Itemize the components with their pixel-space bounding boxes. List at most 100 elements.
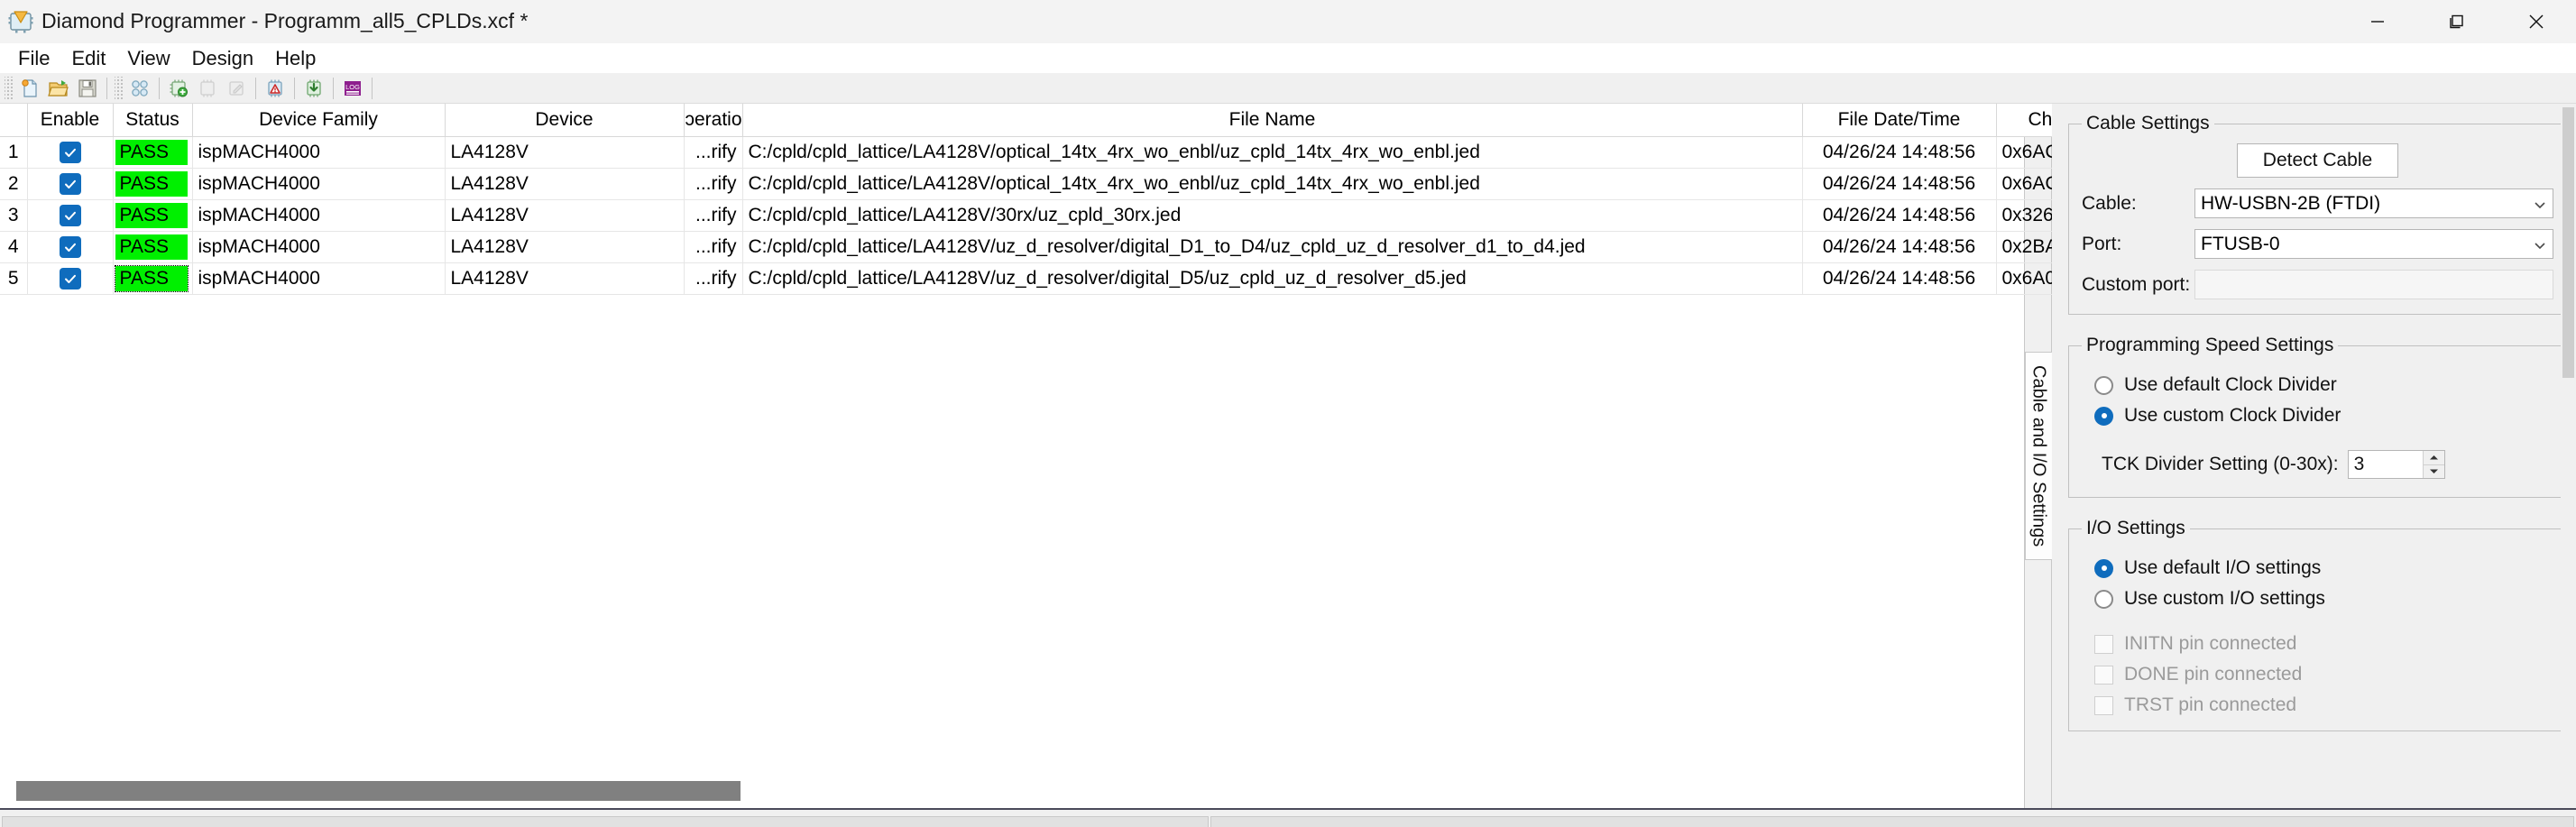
toolbar-grip-1[interactable] xyxy=(5,76,13,100)
file-name-cell[interactable]: C:/cpld/cpld_lattice/LA4128V/optical_14t… xyxy=(742,136,1803,169)
default-clock-divider-radio[interactable] xyxy=(2094,375,2113,395)
file-datetime-cell: 04/26/24 14:48:56 xyxy=(1802,136,1997,169)
hscroll-track[interactable] xyxy=(16,781,2008,801)
row-number: 3 xyxy=(0,199,28,232)
default-clock-divider-label: Use default Clock Divider xyxy=(2124,374,2337,395)
maximize-button[interactable] xyxy=(2417,0,2497,43)
table-row[interactable]: 3 PASS ispMACH4000 LA4128V ...rify C:/cp… xyxy=(0,199,2105,232)
detect-cable-button[interactable]: Detect Cable xyxy=(2236,143,2399,178)
tab-cable-and-io-settings[interactable]: Cable and I/O Settings xyxy=(2024,351,2052,561)
window-title: Diamond Programmer - Programm_all5_CPLDs… xyxy=(41,9,529,32)
col-operation[interactable]: ɔeratio xyxy=(684,104,743,137)
enable-checkbox[interactable] xyxy=(59,267,81,289)
enable-cell[interactable] xyxy=(27,262,114,295)
col-enable[interactable]: Enable xyxy=(27,104,114,137)
status-cell: PASS xyxy=(113,231,193,263)
minimize-button[interactable] xyxy=(2338,0,2417,43)
device-table-head: Enable Status Device Family Device ɔerat… xyxy=(0,104,2105,137)
device-table-panel: Enable Status Device Family Device ɔerat… xyxy=(0,104,2105,808)
status-cell: PASS xyxy=(113,262,193,295)
operation-cell[interactable]: ...rify xyxy=(684,136,743,169)
add-device-icon[interactable] xyxy=(165,76,192,101)
port-select[interactable]: FTUSB-0 xyxy=(2194,229,2553,259)
program-device-icon[interactable] xyxy=(300,76,327,101)
menu-view[interactable]: View xyxy=(116,45,180,72)
close-button[interactable] xyxy=(2497,0,2576,43)
table-header-row: Enable Status Device Family Device ɔerat… xyxy=(0,104,2105,137)
operation-cell[interactable]: ...rify xyxy=(684,199,743,232)
initn-pin-checkbox[interactable] xyxy=(2094,634,2113,654)
log-icon[interactable]: LOG xyxy=(339,76,366,101)
status-cell: PASS xyxy=(113,168,193,200)
save-project-icon[interactable] xyxy=(74,76,101,101)
initn-pin-row[interactable]: INITN pin connected xyxy=(2094,633,2553,655)
hscroll-thumb[interactable] xyxy=(16,781,741,801)
done-pin-checkbox[interactable] xyxy=(2094,665,2113,685)
operation-cell[interactable]: ...rify xyxy=(684,262,743,295)
chevron-down-icon xyxy=(2535,193,2545,215)
col-device[interactable]: Device xyxy=(445,104,685,137)
status-badge: PASS xyxy=(115,202,188,228)
col-device-family[interactable]: Device Family xyxy=(192,104,446,137)
file-name-cell[interactable]: C:/cpld/cpld_lattice/LA4128V/30rx/uz_cpl… xyxy=(742,199,1803,232)
trst-pin-row[interactable]: TRST pin connected xyxy=(2094,694,2553,716)
enable-cell[interactable] xyxy=(27,231,114,263)
enable-cell[interactable] xyxy=(27,199,114,232)
vscroll-thumb[interactable] xyxy=(2562,107,2574,378)
default-io-radio[interactable] xyxy=(2094,558,2113,578)
table-horizontal-scrollbar[interactable] xyxy=(0,776,2024,808)
new-project-icon[interactable] xyxy=(16,76,43,101)
cable-select[interactable]: HW-USBN-2B (FTDI) xyxy=(2194,188,2553,218)
col-status[interactable]: Status xyxy=(113,104,193,137)
file-datetime-cell: 04/26/24 14:48:56 xyxy=(1802,168,1997,200)
stepper-up-icon[interactable] xyxy=(2423,451,2444,465)
done-pin-row[interactable]: DONE pin connected xyxy=(2094,664,2553,685)
enable-checkbox[interactable] xyxy=(59,204,81,226)
file-name-cell[interactable]: C:/cpld/cpld_lattice/LA4128V/uz_d_resolv… xyxy=(742,262,1803,295)
custom-clock-divider-radio[interactable] xyxy=(2094,406,2113,426)
tck-divider-stepper[interactable]: 3 xyxy=(2347,450,2445,479)
programming-speed-legend: Programming Speed Settings xyxy=(2086,335,2334,355)
file-name-cell[interactable]: C:/cpld/cpld_lattice/LA4128V/uz_d_resolv… xyxy=(742,231,1803,263)
remove-device-icon[interactable] xyxy=(194,76,221,101)
settings-vertical-scrollbar[interactable] xyxy=(2561,104,2576,808)
col-rownum[interactable] xyxy=(0,104,28,137)
table-row[interactable]: 2 PASS ispMACH4000 LA4128V ...rify C:/cp… xyxy=(0,168,2105,200)
tck-divider-value[interactable]: 3 xyxy=(2349,451,2423,478)
menu-file[interactable]: File xyxy=(7,45,60,72)
custom-clock-divider-row[interactable]: Use custom Clock Divider xyxy=(2094,405,2553,427)
custom-io-radio[interactable] xyxy=(2094,589,2113,609)
trst-pin-checkbox[interactable] xyxy=(2094,695,2113,715)
verify-device-icon[interactable] xyxy=(262,76,289,101)
toolbar-separator-4 xyxy=(294,77,295,99)
enable-checkbox[interactable] xyxy=(59,141,81,163)
settings-panel: Cable Settings Detect Cable Cable: HW-US… xyxy=(2052,104,2576,808)
edit-device-icon[interactable] xyxy=(223,76,250,101)
default-io-row[interactable]: Use default I/O settings xyxy=(2094,557,2553,579)
enable-cell[interactable] xyxy=(27,168,114,200)
file-datetime-cell: 04/26/24 14:48:56 xyxy=(1802,231,1997,263)
enable-cell[interactable] xyxy=(27,136,114,169)
status-bar xyxy=(0,808,2576,827)
open-project-icon[interactable] xyxy=(45,76,72,101)
scan-device-icon[interactable] xyxy=(126,76,153,101)
table-row[interactable]: 5 PASS ispMACH4000 LA4128V ...rify C:/cp… xyxy=(0,262,2105,295)
file-name-cell[interactable]: C:/cpld/cpld_lattice/LA4128V/optical_14t… xyxy=(742,168,1803,200)
table-row[interactable]: 1 PASS ispMACH4000 LA4128V ...rify C:/cp… xyxy=(0,136,2105,169)
operation-cell[interactable]: ...rify xyxy=(684,168,743,200)
toolbar-grip-2[interactable] xyxy=(115,76,123,100)
operation-cell[interactable]: ...rify xyxy=(684,231,743,263)
enable-checkbox[interactable] xyxy=(59,172,81,195)
menu-help[interactable]: Help xyxy=(264,45,327,72)
device-family-cell: ispMACH4000 xyxy=(192,199,446,232)
table-row[interactable]: 4 PASS ispMACH4000 LA4128V ...rify C:/cp… xyxy=(0,231,2105,263)
menu-edit[interactable]: Edit xyxy=(60,45,116,72)
menu-design[interactable]: Design xyxy=(181,45,264,72)
col-file-datetime[interactable]: File Date/Time xyxy=(1802,104,1997,137)
enable-checkbox[interactable] xyxy=(59,235,81,258)
default-clock-divider-row[interactable]: Use default Clock Divider xyxy=(2094,374,2553,396)
custom-port-input[interactable] xyxy=(2194,270,2553,299)
stepper-down-icon[interactable] xyxy=(2423,464,2444,478)
custom-io-row[interactable]: Use custom I/O settings xyxy=(2094,588,2553,610)
col-file-name[interactable]: File Name xyxy=(742,104,1803,137)
